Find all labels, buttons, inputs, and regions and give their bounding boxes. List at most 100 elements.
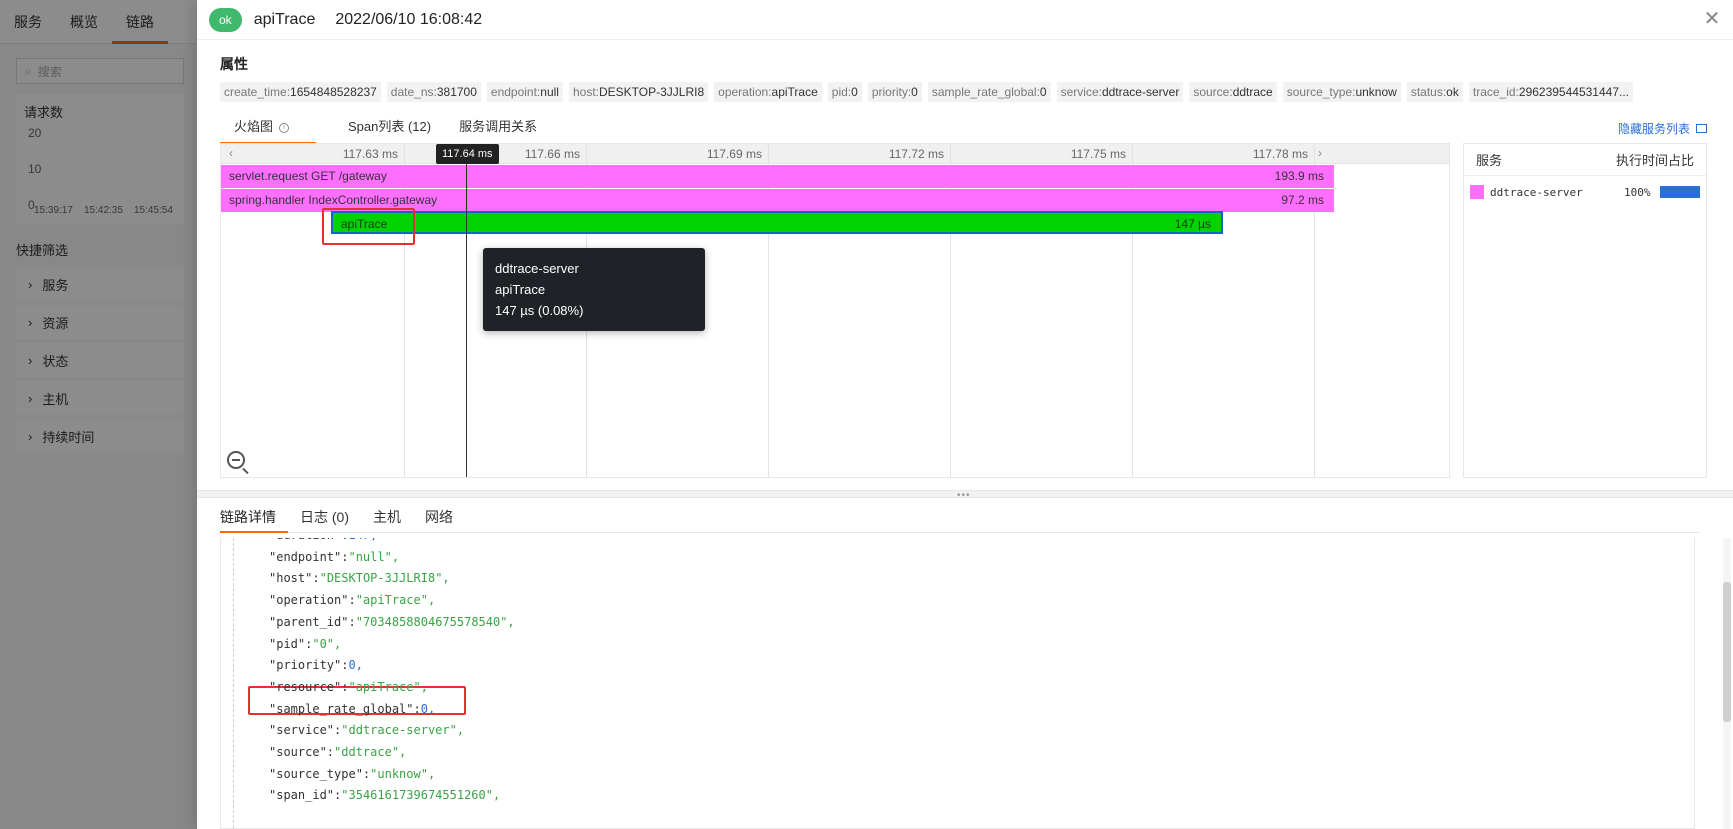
json-line: "service":"ddtrace-server", bbox=[269, 723, 464, 737]
drag-handle-icon: ••• bbox=[957, 490, 971, 501]
tick-label: 117.69 ms bbox=[706, 147, 762, 161]
json-line: "host":"DESKTOP-3JJLRI8", bbox=[269, 571, 450, 585]
tab-flame-graph[interactable]: 火焰图 i bbox=[220, 116, 316, 144]
json-viewer[interactable]: "duration":147,"endpoint":"null","host":… bbox=[220, 538, 1695, 829]
json-line: "resource":"apiTrace", bbox=[269, 680, 428, 694]
json-value: "DESKTOP-3JJLRI8", bbox=[319, 571, 450, 586]
attribute-tag[interactable]: service:ddtrace-server bbox=[1056, 82, 1184, 102]
service-color-swatch bbox=[1470, 185, 1484, 199]
cursor-time-label: 117.64 ms bbox=[436, 144, 499, 164]
json-value: "3546161739674551260", bbox=[341, 788, 501, 803]
hide-service-list-label: 隐藏服务列表 bbox=[1617, 122, 1690, 136]
json-key: "host" bbox=[269, 571, 313, 586]
tab-span-list[interactable]: Span列表 (12) bbox=[334, 116, 445, 144]
json-line: "source_type":"unknow", bbox=[269, 767, 435, 781]
json-colon: : bbox=[348, 593, 356, 608]
tooltip-operation: apiTrace bbox=[495, 282, 546, 297]
json-line: "endpoint":"null", bbox=[269, 550, 399, 564]
tick-label: 117.72 ms bbox=[888, 147, 944, 161]
json-scrollbar[interactable] bbox=[1723, 538, 1731, 829]
json-key: "endpoint" bbox=[269, 549, 342, 564]
attribute-tag[interactable]: source_type:unknow bbox=[1282, 82, 1401, 102]
json-key: "resource" bbox=[269, 679, 342, 694]
attribute-tag[interactable]: status:ok bbox=[1406, 82, 1463, 102]
span-duration: 193.9 ms bbox=[1274, 169, 1324, 183]
json-colon: : bbox=[413, 701, 421, 716]
json-line: "duration":147, bbox=[269, 538, 377, 542]
span-label: servlet.request GET /gateway bbox=[229, 169, 387, 183]
drawer-header: ok apiTrace 2022/06/10 16:08:42 ✕ bbox=[197, 0, 1733, 40]
service-row[interactable]: ddtrace-server 100% bbox=[1464, 176, 1706, 208]
json-value: 0, bbox=[348, 658, 363, 673]
json-value: 147, bbox=[348, 538, 377, 542]
flame-tabs: 火焰图 i Span列表 (12) 服务调用关系 bbox=[220, 116, 551, 144]
attribute-tags: create_time:1654848528237 date_ns:381700 e… bbox=[220, 82, 1633, 102]
json-value: "apiTrace", bbox=[355, 593, 436, 608]
attribute-tag[interactable]: operation:apiTrace bbox=[714, 82, 822, 102]
tag-value: 1654848528237 bbox=[290, 85, 377, 99]
json-colon: : bbox=[326, 745, 335, 759]
scroll-thumb[interactable] bbox=[1723, 582, 1731, 722]
span-bar-servlet-request[interactable]: servlet.request GET /gateway 193.9 ms bbox=[221, 165, 1334, 188]
tag-value: apiTrace bbox=[771, 85, 818, 99]
attribute-tag[interactable]: create_time:1654848528237 bbox=[220, 82, 381, 102]
span-label: apiTrace bbox=[341, 217, 388, 231]
attribute-tag[interactable]: source:ddtrace bbox=[1189, 82, 1277, 102]
tag-key: source: bbox=[1193, 85, 1233, 99]
attribute-tag[interactable]: host:DESKTOP-3JJLRI8 bbox=[568, 82, 709, 102]
tag-value: 0 bbox=[911, 85, 918, 99]
tag-value: 296239544531447... bbox=[1518, 85, 1629, 99]
json-key: "parent_id" bbox=[269, 614, 349, 629]
json-line: "pid":"0", bbox=[269, 637, 341, 651]
json-value: "ddtrace", bbox=[334, 745, 407, 759]
attribute-tag[interactable]: priority:0 bbox=[867, 82, 922, 102]
json-line: "source":"ddtrace", bbox=[269, 745, 406, 759]
attribute-tag[interactable]: date_ns:381700 bbox=[386, 82, 481, 102]
panel-toggle-icon bbox=[1696, 124, 1707, 133]
close-icon[interactable]: ✕ bbox=[1703, 9, 1721, 29]
json-value: "unknow", bbox=[370, 766, 436, 781]
tag-key: create_time: bbox=[224, 85, 291, 99]
json-key: "duration" bbox=[269, 538, 341, 542]
modal-overlay[interactable] bbox=[0, 0, 200, 829]
span-label: spring.handler IndexController.gateway bbox=[229, 193, 438, 207]
json-value: "0", bbox=[312, 636, 342, 651]
chevron-right-icon[interactable]: › bbox=[1318, 146, 1322, 160]
zoom-out-icon[interactable] bbox=[227, 451, 245, 469]
hide-service-list-link[interactable]: 隐藏服务列表 bbox=[1618, 120, 1707, 137]
tag-value: null bbox=[540, 85, 559, 99]
service-ratio-bar bbox=[1660, 186, 1700, 198]
json-indent-guide bbox=[233, 538, 234, 828]
json-value: "ddtrace-server", bbox=[341, 723, 465, 738]
service-name: ddtrace-server bbox=[1490, 185, 1583, 199]
tag-value: ddtrace-server bbox=[1101, 85, 1180, 99]
span-bar-apitrace[interactable]: apiTrace 147 µs bbox=[331, 211, 1223, 234]
attribute-tag[interactable]: pid:0 bbox=[827, 82, 862, 102]
attribute-tag[interactable]: endpoint:null bbox=[486, 82, 563, 102]
tag-key: host: bbox=[572, 85, 599, 99]
tab-host[interactable]: 主机 bbox=[373, 505, 413, 533]
attribute-tag[interactable]: sample_rate_global:0 bbox=[927, 82, 1051, 102]
tag-value: unknow bbox=[1355, 85, 1397, 99]
tag-value: 0 bbox=[851, 85, 858, 99]
chevron-left-icon[interactable]: ‹ bbox=[229, 146, 233, 160]
tab-service-map[interactable]: 服务调用关系 bbox=[445, 116, 551, 144]
json-key: "sample_rate_global" bbox=[269, 701, 414, 716]
tab-logs[interactable]: 日志 (0) bbox=[300, 505, 361, 533]
trace-name: apiTrace bbox=[253, 10, 316, 28]
json-colon: : bbox=[348, 614, 356, 629]
tag-key: pid: bbox=[831, 85, 852, 99]
resize-splitter[interactable]: ••• bbox=[197, 490, 1733, 501]
span-bar-spring-handler[interactable]: spring.handler IndexController.gateway 9… bbox=[221, 189, 1334, 212]
tag-key: operation: bbox=[718, 85, 772, 99]
tag-value: ok bbox=[1446, 85, 1459, 99]
json-line: "priority":0, bbox=[269, 658, 363, 672]
json-line: "operation":"apiTrace", bbox=[269, 593, 435, 607]
flame-graph[interactable]: ‹ › 117.63 ms 117.66 ms 117.69 ms 117.72 ms… bbox=[220, 143, 1450, 478]
tab-network[interactable]: 网络 bbox=[425, 505, 465, 533]
json-line: "parent_id":"7034858804675578540", bbox=[269, 615, 515, 629]
tab-trace-detail[interactable]: 链路详情 bbox=[220, 505, 288, 533]
json-line: "span_id":"3546161739674551260", bbox=[269, 788, 500, 802]
tag-value: ddtrace bbox=[1232, 85, 1273, 99]
attribute-tag[interactable]: trace_id:296239544531447... bbox=[1468, 82, 1633, 102]
